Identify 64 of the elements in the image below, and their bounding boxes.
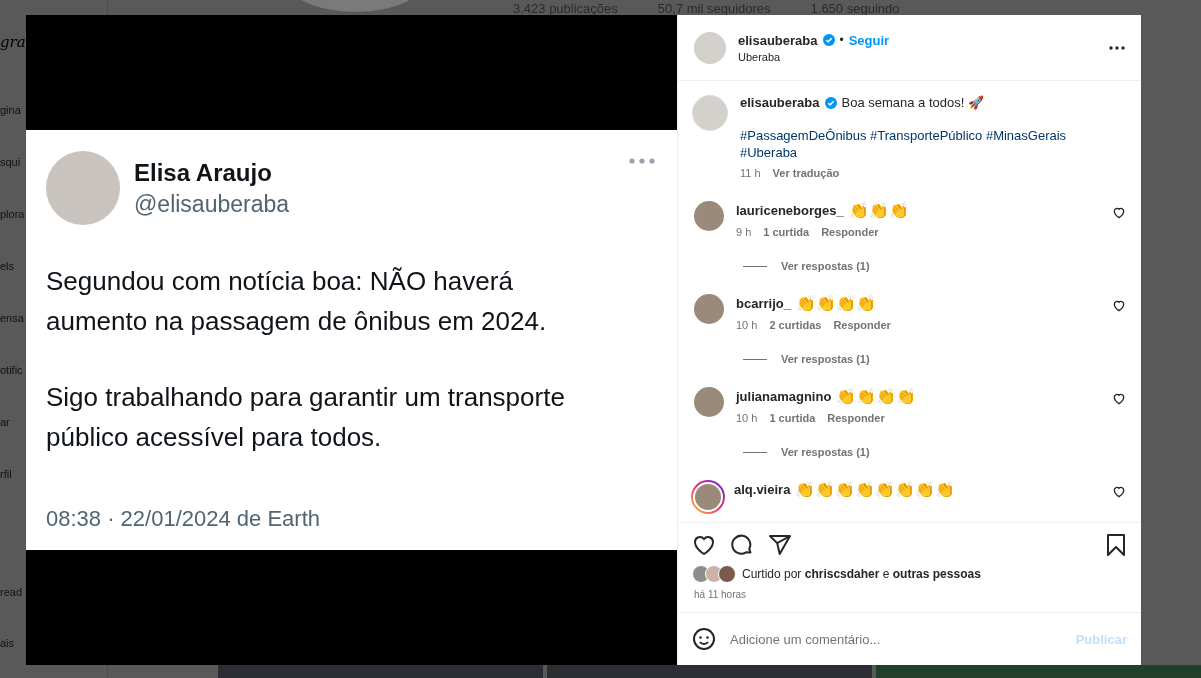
comment-text: 👏👏👏👏 xyxy=(795,294,876,313)
nav-item[interactable]: otific xyxy=(0,363,23,377)
likes-count[interactable]: 2 curtidas xyxy=(769,319,822,331)
heart-icon[interactable] xyxy=(1113,486,1125,498)
hashtags[interactable]: #PassagemDeÔnibus #TransportePúblico #MinasGerais #Uberaba xyxy=(740,127,1080,161)
more-icon[interactable] xyxy=(1109,45,1125,50)
username[interactable]: elisauberaba xyxy=(740,95,820,110)
comment-text: 👏👏👏👏👏👏👏👏 xyxy=(795,480,956,499)
bookmark-icon[interactable] xyxy=(1105,533,1127,557)
heart-icon[interactable] xyxy=(1113,207,1125,219)
comment-time: 10 h xyxy=(736,412,758,424)
nav-item[interactable]: read xyxy=(0,584,23,599)
nav-item[interactable]: squi xyxy=(0,155,21,169)
nav-item[interactable]: plora xyxy=(0,207,25,221)
nav-item[interactable]: ar xyxy=(0,415,10,429)
comment-text: 👏👏👏 xyxy=(848,201,909,220)
nav-item[interactable]: gina xyxy=(0,103,21,117)
avatar-placeholder[interactable] xyxy=(694,294,724,324)
tweet-handle: @elisauberaba xyxy=(134,190,290,218)
username[interactable]: elisauberaba xyxy=(738,32,818,48)
view-replies-link[interactable]: Ver respostas (1) xyxy=(781,353,870,365)
post-time: 11 h xyxy=(740,167,761,179)
comment-icon[interactable] xyxy=(730,533,754,557)
heart-icon[interactable] xyxy=(692,533,716,557)
likes-count[interactable]: 1 curtida xyxy=(769,412,816,424)
username[interactable]: bcarrijo_ xyxy=(736,296,791,311)
heart-icon[interactable] xyxy=(1113,300,1125,312)
avatar-placeholder[interactable] xyxy=(694,387,724,417)
location-link[interactable]: Uberaba xyxy=(738,50,890,63)
post-date: há 11 horas xyxy=(678,583,1141,613)
view-replies-link[interactable]: Ver respostas (1) xyxy=(781,446,870,458)
tweet-author-name: Elisa Araujo xyxy=(134,158,273,187)
tweet-text: Sigo trabalhando para garantir um transporte público acessível para todos. xyxy=(46,381,566,454)
comment-time: 10 h xyxy=(736,319,758,331)
avatar-placeholder[interactable] xyxy=(694,201,724,231)
username[interactable]: lauriceneborges_ xyxy=(736,203,844,218)
reply-link[interactable]: Responder xyxy=(821,226,879,238)
liked-by-text[interactable]: Curtido por chriscsdaher e outras pessoas xyxy=(742,567,981,581)
logo-text[interactable]: gra xyxy=(0,31,26,53)
nav-item[interactable]: ensa xyxy=(0,311,24,325)
comment-input[interactable]: Adicione um comentário... xyxy=(730,631,1062,647)
separator-dot: • xyxy=(839,33,844,47)
username[interactable]: julianamagnino xyxy=(736,389,832,404)
view-replies-link[interactable]: Ver respostas (1) xyxy=(781,260,870,272)
tweet-timestamp: 08:38 · 22/01/2024 de Earth xyxy=(46,506,321,532)
username[interactable]: alq.vieira xyxy=(734,482,791,497)
send-icon[interactable] xyxy=(768,533,792,557)
emoji-icon[interactable] xyxy=(692,627,716,651)
comment-time: 9 h xyxy=(736,226,752,238)
nav-item[interactable]: ais xyxy=(0,635,15,650)
reply-link[interactable]: Responder xyxy=(827,412,885,424)
follow-button[interactable]: Seguir xyxy=(848,32,890,48)
likes-count[interactable]: 1 curtida xyxy=(763,226,810,238)
more-icon xyxy=(629,158,655,164)
nav-item[interactable]: rfil xyxy=(0,467,12,481)
liker-avatars xyxy=(692,565,736,583)
translate-link[interactable]: Ver tradução xyxy=(772,167,840,179)
reply-link[interactable]: Responder xyxy=(833,319,891,331)
caption-text: Boa semana a todos! 🚀 xyxy=(841,95,984,110)
heart-icon[interactable] xyxy=(1113,393,1125,405)
story-ring[interactable] xyxy=(691,480,725,514)
comment-text: 👏👏👏👏 xyxy=(836,387,917,406)
nav-item[interactable]: els xyxy=(0,259,15,273)
tweet-text: Segundou com notícia boa: NÃO haverá aumento na passagem de ônibus em 2024. xyxy=(46,265,548,338)
